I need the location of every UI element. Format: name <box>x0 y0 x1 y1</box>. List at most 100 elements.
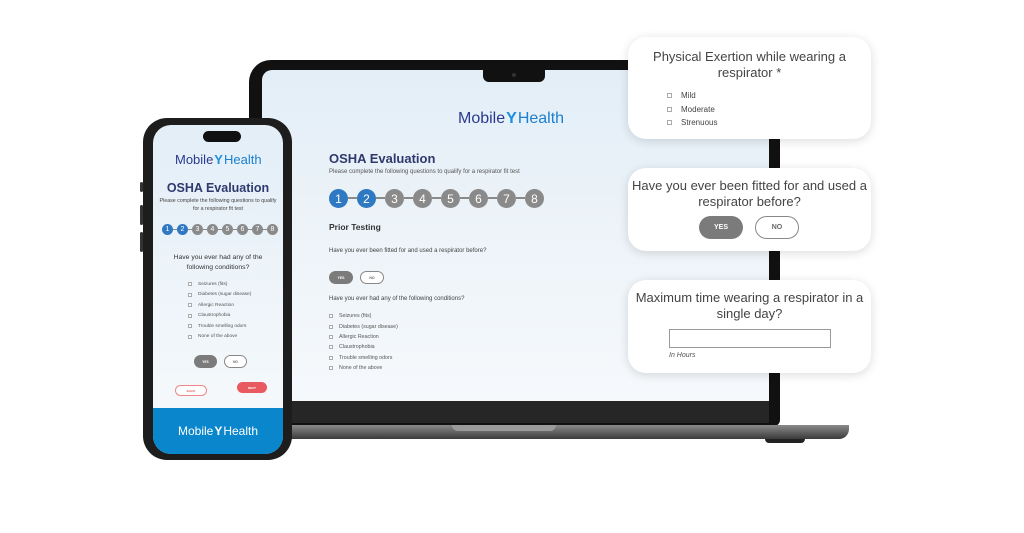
checkbox[interactable] <box>188 292 192 297</box>
option-label: Diabetes (sugar disease) <box>339 323 398 330</box>
page-subtitle: Please complete the following questions … <box>159 198 277 212</box>
logo-text-mobile: Mobile <box>175 152 214 167</box>
step-8[interactable]: 8 <box>267 224 278 235</box>
option-label: Trouble smelling odors <box>339 354 393 361</box>
step-progress: 1 2 3 4 5 6 7 8 <box>329 189 553 208</box>
question-fitted: Have you ever been fitted for and used a… <box>329 248 487 254</box>
checkbox[interactable] <box>188 282 192 287</box>
step-2[interactable]: 2 <box>177 224 192 235</box>
card-title: Physical Exertion while wearing a respir… <box>653 49 846 80</box>
checkbox[interactable] <box>329 345 333 350</box>
person-figure-icon: Y <box>214 424 223 438</box>
checkbox[interactable] <box>667 106 672 112</box>
condition-option[interactable]: Diabetes (sugar disease) <box>329 321 398 331</box>
logo-text-health: Health <box>223 424 259 438</box>
checkbox[interactable] <box>329 314 333 319</box>
card-title: Have you ever been fitted for and used a… <box>632 178 867 209</box>
person-figure-icon: Y <box>214 152 223 167</box>
option-label: Allergic Reaction <box>339 333 379 340</box>
checkbox[interactable] <box>329 324 333 329</box>
laptop-opening-notch <box>452 425 556 431</box>
step-5[interactable]: 5 <box>441 189 469 208</box>
person-figure-icon: Y <box>506 110 517 127</box>
laptop-base <box>285 425 849 439</box>
checkbox[interactable] <box>329 355 333 360</box>
no-button[interactable]: NO <box>224 355 247 368</box>
condition-option[interactable]: Seizures (fits) <box>188 279 251 290</box>
exertion-option[interactable]: Moderate <box>667 103 717 117</box>
input-hint: In Hours <box>669 352 696 359</box>
checkbox[interactable] <box>667 120 672 126</box>
phone-screen: Mobile Y Health OSHA Evaluation Please c… <box>153 125 283 454</box>
conditions-list: Seizures (fits) Diabetes (sugar disease)… <box>329 311 398 373</box>
condition-option[interactable]: None of the above <box>188 332 251 343</box>
step-7[interactable]: 7 <box>252 224 267 235</box>
step-3[interactable]: 3 <box>385 189 413 208</box>
brand-logo: Mobile Y Health <box>458 110 564 128</box>
yes-no-group: YES NO <box>699 216 799 239</box>
laptop-foot <box>765 439 805 443</box>
yes-no-group: YES NO <box>194 355 247 368</box>
fitted-card: Have you ever been fitted for and used a… <box>628 168 871 251</box>
option-label: Strenuous <box>681 118 718 128</box>
logo-text-health: Health <box>517 110 565 127</box>
exertion-options: Mild Moderate Strenuous <box>667 89 717 130</box>
checkbox[interactable] <box>188 334 192 339</box>
laptop-bezel <box>262 401 769 423</box>
back-button[interactable]: BACK <box>175 385 207 396</box>
brand-logo: Mobile Y Health <box>175 152 262 167</box>
checkbox[interactable] <box>329 366 333 371</box>
exertion-option[interactable]: Mild <box>667 89 717 103</box>
condition-option[interactable]: Trouble smelling odors <box>329 353 398 363</box>
max-time-card: Maximum time wearing a respirator in a s… <box>628 280 871 373</box>
step-3[interactable]: 3 <box>192 224 207 235</box>
step-4[interactable]: 4 <box>207 224 222 235</box>
section-heading: Prior Testing <box>329 222 381 232</box>
marketing-stage: Mobile Y Health OSHA Evaluation Please c… <box>0 0 1024 533</box>
step-7[interactable]: 7 <box>497 189 525 208</box>
option-label: Allergic Reaction <box>198 302 234 308</box>
card-title: Maximum time wearing a respirator in a s… <box>635 290 864 321</box>
condition-option[interactable]: Trouble smelling odors <box>188 321 251 332</box>
yes-no-group: YES NO <box>329 271 384 284</box>
logo-text-mobile: Mobile <box>458 110 506 127</box>
step-2[interactable]: 2 <box>357 189 385 208</box>
question-conditions: Have you ever had any of the following c… <box>173 254 263 271</box>
option-label: None of the above <box>339 365 383 372</box>
no-button[interactable]: NO <box>360 271 384 284</box>
option-label: None of the above <box>198 334 238 340</box>
yes-button[interactable]: YES <box>194 355 217 368</box>
hours-input[interactable] <box>669 329 831 348</box>
step-4[interactable]: 4 <box>413 189 441 208</box>
condition-option[interactable]: Claustrophobia <box>329 342 398 352</box>
option-label: Seizures (fits) <box>198 281 228 287</box>
step-8[interactable]: 8 <box>525 189 544 208</box>
option-label: Diabetes (sugar disease) <box>198 292 252 298</box>
step-5[interactable]: 5 <box>222 224 237 235</box>
condition-option[interactable]: Seizures (fits) <box>329 311 398 321</box>
exertion-option[interactable]: Strenuous <box>667 116 717 130</box>
condition-option[interactable]: Allergic Reaction <box>329 332 398 342</box>
condition-option[interactable]: Claustrophobia <box>188 311 251 322</box>
step-6[interactable]: 6 <box>469 189 497 208</box>
next-button[interactable]: NEXT <box>237 382 267 393</box>
yes-button[interactable]: YES <box>699 216 743 239</box>
step-1[interactable]: 1 <box>162 224 177 235</box>
checkbox[interactable] <box>188 324 192 329</box>
no-button[interactable]: NO <box>755 216 799 239</box>
page-subtitle: Please complete the following questions … <box>329 169 520 175</box>
option-label: Claustrophobia <box>339 344 375 351</box>
step-6[interactable]: 6 <box>237 224 252 235</box>
checkbox[interactable] <box>329 334 333 339</box>
logo-text-health: Health <box>223 152 262 167</box>
option-label: Claustrophobia <box>198 313 231 319</box>
question-conditions: Have you ever had any of the following c… <box>329 296 465 302</box>
condition-option[interactable]: None of the above <box>329 363 398 373</box>
condition-option[interactable]: Diabetes (sugar disease) <box>188 290 251 301</box>
yes-button[interactable]: YES <box>329 271 353 284</box>
checkbox[interactable] <box>188 313 192 318</box>
checkbox[interactable] <box>667 93 672 99</box>
step-1[interactable]: 1 <box>329 189 357 208</box>
checkbox[interactable] <box>188 303 192 308</box>
condition-option[interactable]: Allergic Reaction <box>188 300 251 311</box>
